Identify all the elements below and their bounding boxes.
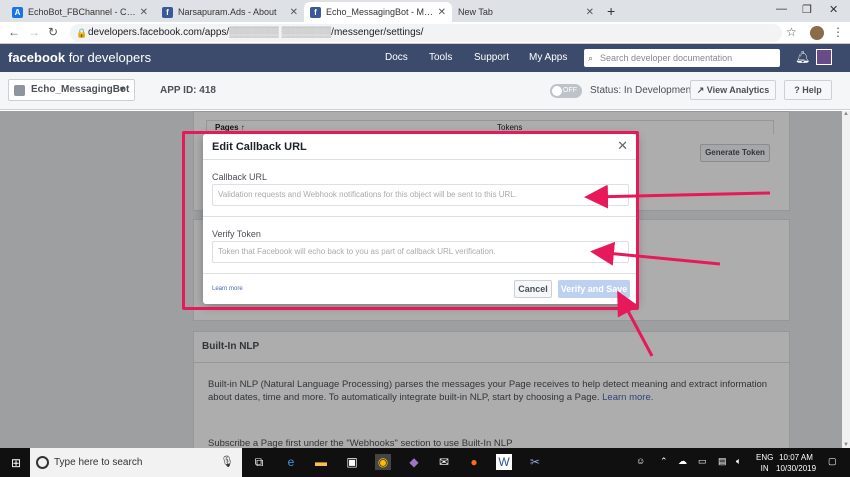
microphone-icon[interactable]: 🎙︎ — [220, 448, 234, 477]
windows-start-icon[interactable]: ⊞ — [8, 455, 24, 471]
onedrive-icon[interactable]: ☁ — [678, 456, 687, 467]
cortana-icon — [36, 456, 49, 469]
arrow-to-callback-url — [584, 184, 771, 209]
store-icon[interactable]: ▣ — [344, 454, 360, 470]
word-icon[interactable]: W — [496, 454, 512, 470]
visual-studio-icon[interactable]: ◆ — [406, 454, 422, 470]
action-center-icon[interactable]: ▢ — [828, 456, 837, 467]
arrow-to-verify-token — [590, 241, 721, 266]
edge-icon[interactable]: e — [283, 454, 299, 470]
chevron-up-icon[interactable]: ⌃ — [660, 456, 668, 467]
task-view-icon[interactable]: ⧉ — [251, 454, 267, 470]
file-explorer-icon[interactable]: ▬ — [313, 454, 329, 470]
mail-icon[interactable]: ✉ — [436, 454, 452, 470]
language-indicator[interactable]: ENG IN — [756, 452, 773, 474]
system-clock[interactable]: 10:07 AM 10/30/2019 — [776, 452, 816, 474]
volume-icon[interactable]: 🔈︎ — [736, 456, 741, 467]
battery-icon[interactable]: ▭ — [698, 456, 707, 467]
people-icon[interactable]: ☺ — [636, 456, 645, 466]
network-icon[interactable]: ▤ — [718, 456, 727, 467]
annotation-arrows — [584, 184, 771, 357]
snipping-tool-icon[interactable]: ✂ — [527, 454, 543, 470]
chrome-icon[interactable]: ◉ — [375, 454, 391, 470]
windows-taskbar: ⊞ Type here to search 🎙︎ ⧉ e ▬ ▣ ◉ ◆ ✉ ●… — [0, 448, 850, 477]
taskbar-search[interactable]: Type here to search 🎙︎ — [30, 448, 242, 477]
postman-icon[interactable]: ● — [466, 454, 482, 470]
arrow-to-verify-save — [617, 290, 654, 357]
